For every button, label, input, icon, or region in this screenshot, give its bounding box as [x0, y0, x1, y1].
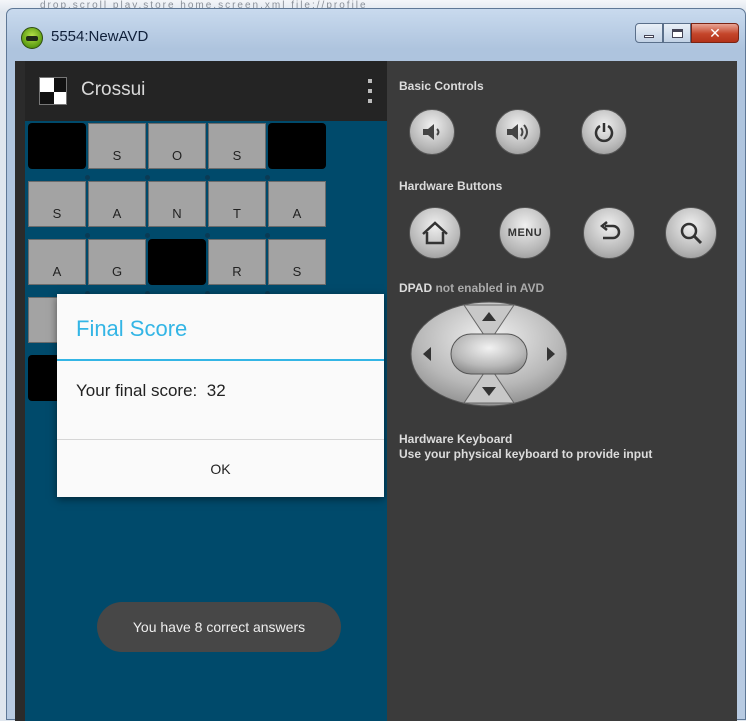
- menu-button-label: MENU: [507, 227, 543, 239]
- minimize-icon: [644, 34, 654, 38]
- ok-button[interactable]: OK: [57, 440, 384, 497]
- final-score-dialog: Final Score Your final score: 32 OK: [57, 294, 384, 497]
- window-controls: ✕: [635, 23, 739, 43]
- volume-down-button[interactable]: [409, 109, 455, 155]
- dpad-label: DPAD not enabled in AVD: [399, 281, 544, 295]
- window-titlebar[interactable]: 5554:NewAVD ✕: [7, 9, 745, 61]
- hardware-buttons-label: Hardware Buttons: [399, 179, 503, 193]
- score-label: Your final score:: [76, 381, 198, 400]
- dialog-message: Your final score: 32: [76, 381, 226, 401]
- dpad-icon: [410, 301, 568, 407]
- android-emulator-icon: [21, 27, 43, 49]
- emulator-controls-panel: Basic Controls Hardware Buttons MENU DPA…: [387, 61, 737, 721]
- back-button[interactable]: [583, 207, 635, 259]
- minimize-button[interactable]: [635, 23, 663, 43]
- basic-controls-label: Basic Controls: [399, 79, 484, 93]
- power-button[interactable]: [581, 109, 627, 155]
- close-button[interactable]: ✕: [691, 23, 739, 43]
- emulator-window: 5554:NewAVD ✕ Crossui SOSSANTAAGRS Final…: [6, 8, 746, 721]
- close-icon: ✕: [709, 24, 721, 41]
- dpad-label-suffix: not enabled in AVD: [435, 281, 545, 295]
- hardware-keyboard-label: Hardware Keyboard: [399, 432, 513, 446]
- dpad-control[interactable]: [409, 299, 569, 409]
- power-icon: [594, 123, 614, 143]
- volume-up-button[interactable]: [495, 109, 541, 155]
- toast-message: You have 8 correct answers: [97, 602, 341, 652]
- maximize-button[interactable]: [663, 23, 691, 43]
- maximize-icon: [671, 28, 683, 38]
- hardware-keyboard-hint: Use your physical keyboard to provide in…: [399, 447, 653, 461]
- volume-down-icon: [423, 124, 440, 140]
- score-value: 32: [206, 381, 226, 400]
- search-button[interactable]: [665, 207, 717, 259]
- volume-up-icon: [507, 124, 528, 140]
- menu-button[interactable]: MENU: [499, 207, 551, 259]
- window-title: 5554:NewAVD: [51, 28, 149, 45]
- dialog-title-divider: [57, 359, 384, 361]
- home-icon: [422, 221, 448, 245]
- home-button[interactable]: [409, 207, 461, 259]
- dpad-label-prefix: DPAD: [399, 281, 433, 295]
- search-icon: [680, 222, 703, 245]
- dialog-title: Final Score: [76, 316, 188, 341]
- back-icon: [599, 221, 621, 240]
- device-screen[interactable]: Crossui SOSSANTAAGRS Final Score Your fi…: [25, 61, 387, 721]
- emulator-client-area: Crossui SOSSANTAAGRS Final Score Your fi…: [15, 61, 737, 721]
